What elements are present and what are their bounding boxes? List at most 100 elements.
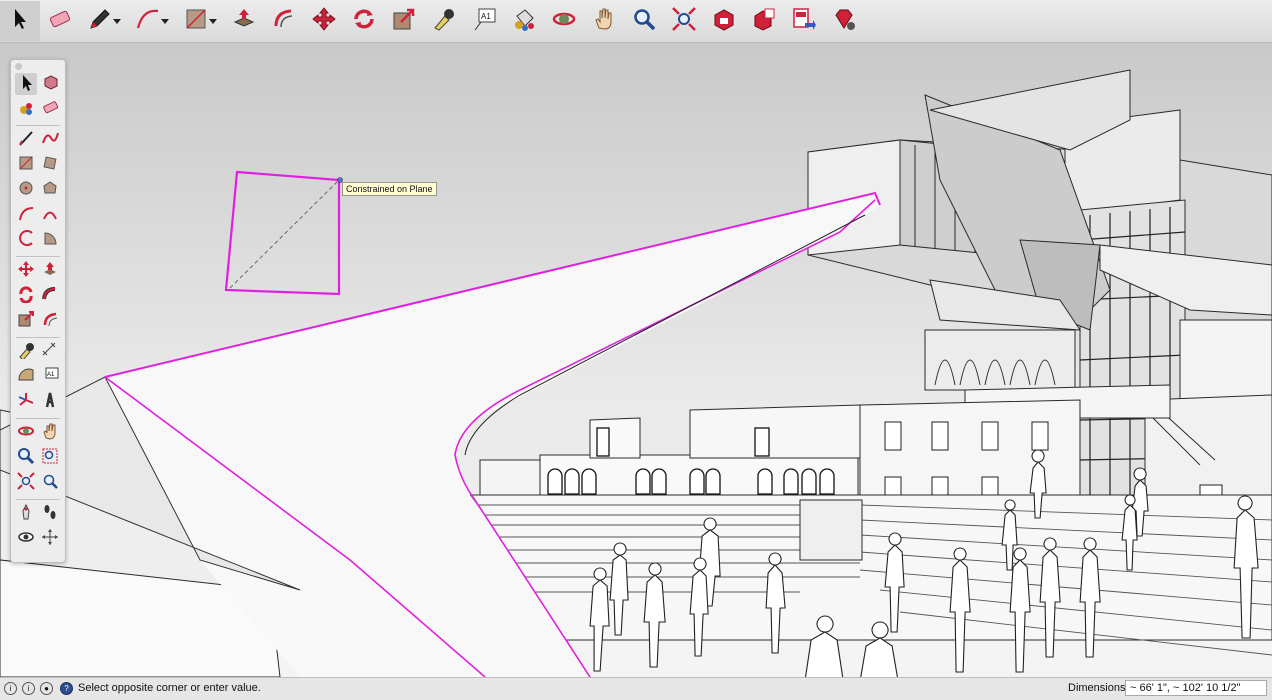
svg-text:A1: A1 xyxy=(481,12,491,21)
push-pull-tool-button[interactable] xyxy=(224,1,264,41)
text-tool-button[interactable]: A1 xyxy=(464,1,504,41)
dimensions-input[interactable] xyxy=(1125,680,1267,696)
zoom-tool-button[interactable] xyxy=(624,1,664,41)
palette-select-button[interactable] xyxy=(15,73,37,95)
palette-eraser-button[interactable] xyxy=(39,98,61,120)
eraser-icon xyxy=(47,6,73,37)
dropdown-arrow-icon[interactable] xyxy=(161,12,169,30)
eraser-icon xyxy=(41,98,59,121)
follow-me-icon xyxy=(41,285,59,308)
tape-measure-tool-button[interactable] xyxy=(424,1,464,41)
palette-freehand-button[interactable] xyxy=(39,129,61,151)
position-camera-icon xyxy=(17,503,35,526)
palette-previous-button[interactable] xyxy=(39,472,61,494)
rectangle-tool-button[interactable] xyxy=(176,1,224,41)
layout-icon xyxy=(791,6,817,37)
palette-polygon-button[interactable] xyxy=(39,179,61,201)
scale-tool-button[interactable] xyxy=(384,1,424,41)
palette-push-pull-button[interactable] xyxy=(39,260,61,282)
zoom-icon xyxy=(17,447,35,470)
component-icon xyxy=(41,73,59,96)
palette-close-dot[interactable] xyxy=(15,63,22,70)
palette-section-plane-button[interactable] xyxy=(39,528,61,550)
tool-palette: A1 xyxy=(10,59,66,563)
palette-separator xyxy=(16,256,60,257)
line-icon xyxy=(17,129,35,152)
palette-paint-bucket-button[interactable] xyxy=(15,98,37,120)
3d-warehouse-tool-button[interactable] xyxy=(704,1,744,41)
palette-3d-text-button[interactable] xyxy=(39,391,61,413)
palette-walk-button[interactable] xyxy=(39,503,61,525)
paint-bucket-icon xyxy=(511,6,537,37)
walk-icon xyxy=(41,503,59,526)
geo-location-icon[interactable]: i xyxy=(4,682,17,695)
credits-icon[interactable]: i xyxy=(22,682,35,695)
palette-zoom-extents-button[interactable] xyxy=(15,471,37,494)
send-to-layout-tool-button[interactable] xyxy=(784,1,824,41)
arc-tool-button[interactable] xyxy=(128,1,176,41)
palette-offset-button[interactable] xyxy=(39,310,61,332)
palette-rectangle-button[interactable] xyxy=(15,154,37,176)
palette-zoom-window-button[interactable] xyxy=(39,447,61,469)
inference-tooltip: Constrained on Plane xyxy=(342,182,437,196)
dropdown-arrow-icon[interactable] xyxy=(113,12,121,30)
ruby-gem-icon xyxy=(831,6,857,37)
palette-circle-button[interactable] xyxy=(15,179,37,201)
zoom-icon xyxy=(631,6,657,37)
zoom-window-icon xyxy=(41,447,59,470)
model-scene[interactable] xyxy=(0,43,1272,677)
user-account-icon[interactable]: ● xyxy=(40,682,53,695)
palette-axes-button[interactable] xyxy=(15,391,37,413)
line-tool-button[interactable] xyxy=(80,1,128,41)
pencil-icon xyxy=(87,6,113,37)
extension-manager-tool-button[interactable] xyxy=(824,1,864,41)
palette-rotate-button[interactable] xyxy=(15,285,37,307)
circle-icon xyxy=(17,179,35,202)
palette-protractor-button[interactable] xyxy=(15,366,37,388)
orbit-tool-button[interactable] xyxy=(544,1,584,41)
dropdown-arrow-icon[interactable] xyxy=(209,12,217,30)
palette-pie-button[interactable] xyxy=(39,229,61,251)
drawing-viewport[interactable]: Constrained on Plane xyxy=(0,43,1272,677)
palette-pan-button[interactable] xyxy=(39,422,61,444)
palette-tape-measure-button[interactable] xyxy=(15,341,37,363)
palette-scale-button[interactable] xyxy=(15,310,37,332)
push-pull-icon xyxy=(41,260,59,283)
select-tool-button[interactable] xyxy=(0,1,40,41)
move-icon xyxy=(311,6,337,37)
palette-three-point-arc-button[interactable] xyxy=(15,229,37,251)
help-icon[interactable]: ? xyxy=(60,682,73,695)
palette-look-around-button[interactable] xyxy=(15,528,37,550)
hand-icon xyxy=(591,6,617,37)
eraser-tool-button[interactable] xyxy=(40,1,80,41)
paint-bucket-tool-button[interactable] xyxy=(504,1,544,41)
scale-icon xyxy=(391,6,417,37)
palette-arc-button[interactable] xyxy=(15,204,37,226)
palette-text-button[interactable]: A1 xyxy=(39,366,61,388)
palette-zoom-button[interactable] xyxy=(15,447,37,469)
palette-dimension-button[interactable] xyxy=(39,341,61,363)
offset-tool-button[interactable] xyxy=(264,1,304,41)
palette-move-button[interactable] xyxy=(15,260,37,282)
offset-icon xyxy=(41,310,59,333)
extension-warehouse-tool-button[interactable] xyxy=(744,1,784,41)
rotated-rectangle-icon xyxy=(41,154,59,177)
palette-component-button[interactable] xyxy=(39,73,61,95)
rectangle-icon xyxy=(183,6,209,37)
palette-follow-me-button[interactable] xyxy=(39,285,61,307)
palette-line-button[interactable] xyxy=(15,129,37,151)
palette-position-camera-button[interactable] xyxy=(15,503,37,525)
zoom-extents-icon xyxy=(671,6,697,37)
text-icon: A1 xyxy=(471,6,497,37)
zoom-extents-tool-button[interactable] xyxy=(664,1,704,41)
move-icon xyxy=(17,260,35,283)
rotate-tool-button[interactable] xyxy=(344,1,384,41)
pan-tool-button[interactable] xyxy=(584,1,624,41)
palette-rotated-rectangle-button[interactable] xyxy=(39,154,61,176)
palette-orbit-button[interactable] xyxy=(15,422,37,444)
palette-two-point-arc-button[interactable] xyxy=(39,204,61,226)
push-pull-icon xyxy=(231,6,257,37)
rotate-icon xyxy=(351,6,377,37)
status-message: Select opposite corner or enter value. xyxy=(78,682,261,694)
move-tool-button[interactable] xyxy=(304,1,344,41)
